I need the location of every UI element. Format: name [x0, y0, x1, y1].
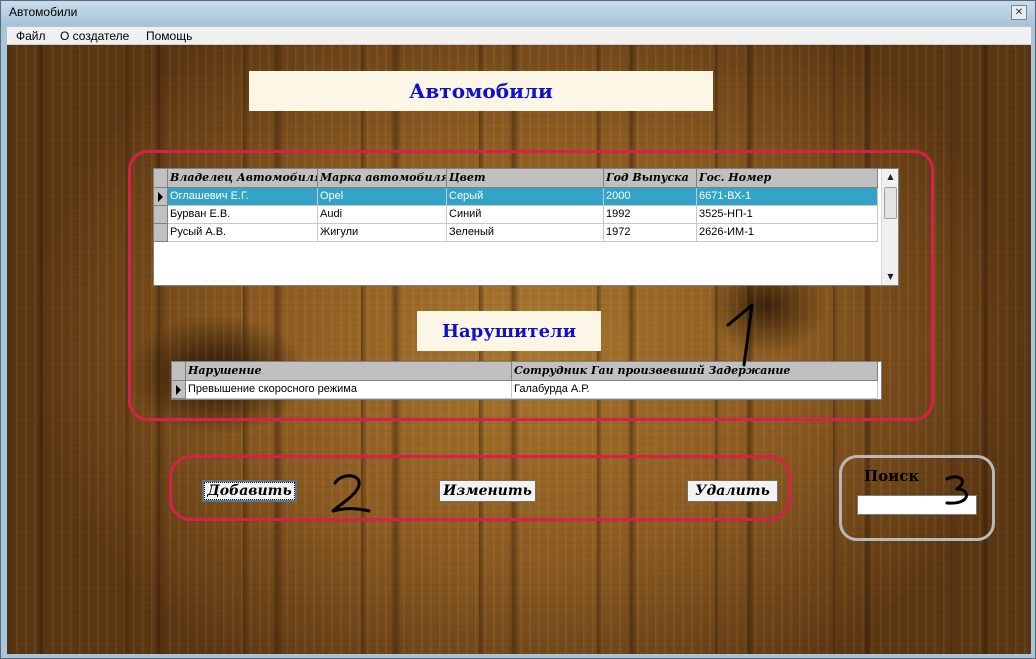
table-cell[interactable]: Audi [318, 206, 447, 224]
table-cell[interactable]: 3525-НП-1 [697, 206, 878, 224]
row-indicator[interactable] [172, 381, 186, 399]
column-header-owner[interactable]: Владелец Автомобиля [168, 169, 318, 188]
column-header-make[interactable]: Марка автомобиля [318, 169, 447, 188]
table-cell[interactable]: 2000 [604, 188, 697, 206]
menu-file[interactable]: Файл [16, 29, 46, 43]
table-cell[interactable]: Оглашевич Е.Г. [168, 188, 318, 206]
table-cell[interactable]: Бурван Е.В. [168, 206, 318, 224]
row-indicator[interactable] [154, 206, 168, 224]
delete-button[interactable]: Удалить [687, 480, 778, 502]
table-cell[interactable]: Жигули [318, 224, 447, 242]
title-bar[interactable]: Автомобили ✕ [1, 1, 1035, 25]
grid-corner [172, 362, 186, 381]
table-cell[interactable]: Зеленый [447, 224, 604, 242]
window-title: Автомобили [9, 5, 78, 19]
table-cell[interactable]: Превышение скоросного режима [186, 381, 512, 399]
annotation-number-2 [331, 474, 371, 513]
table-cell[interactable]: 6671-ВХ-1 [697, 188, 878, 206]
column-header-officer[interactable]: Сотрудник Гаи произвевший Задержание [512, 362, 878, 381]
row-indicator[interactable] [154, 224, 168, 242]
table-cell[interactable]: 1972 [604, 224, 697, 242]
app-window: Автомобили ✕ Файл О создателе Помощь Авт… [0, 0, 1036, 659]
scroll-up-icon[interactable]: ▲ [882, 169, 899, 185]
table-cell[interactable]: Галабурда А.Р. [512, 381, 878, 399]
violations-heading: Нарушители [417, 311, 601, 351]
table-cell[interactable]: 2626-ИМ-1 [697, 224, 878, 242]
table-cell[interactable]: Серый [447, 188, 604, 206]
column-header-plate[interactable]: Гос. Номер [697, 169, 878, 188]
close-icon[interactable]: ✕ [1011, 5, 1027, 20]
table-cell[interactable]: Синий [447, 206, 604, 224]
scroll-down-icon[interactable]: ▼ [882, 269, 899, 285]
current-row-icon [176, 385, 181, 395]
cars-heading: Автомобили [249, 71, 713, 111]
table-cell[interactable]: Русый А.В. [168, 224, 318, 242]
annotation-number-3 [945, 475, 968, 505]
row-indicator[interactable] [154, 188, 168, 206]
column-header-violation[interactable]: Нарушение [186, 362, 512, 381]
column-header-color[interactable]: Цвет [447, 169, 604, 188]
menu-help[interactable]: Помощь [146, 29, 192, 43]
cars-grid[interactable]: Владелец Автомобиля Марка автомобиля Цве… [153, 168, 899, 286]
grid-corner [154, 169, 168, 188]
vertical-scrollbar[interactable]: ▲ ▼ [881, 169, 898, 285]
annotation-number-1 [726, 303, 754, 367]
violations-grid[interactable]: Нарушение Сотрудник Гаи произвевший Заде… [171, 361, 882, 400]
table-cell[interactable]: Opel [318, 188, 447, 206]
current-row-icon [158, 192, 163, 202]
form-background: Автомобили Владелец Автомобиля Марка авт… [7, 45, 1031, 654]
menu-bar: Файл О создателе Помощь [7, 27, 1031, 45]
edit-button[interactable]: Изменить [439, 480, 536, 502]
table-cell[interactable]: 1992 [604, 206, 697, 224]
column-header-year[interactable]: Год Выпуска [604, 169, 697, 188]
add-button[interactable]: Добавить [202, 480, 297, 502]
search-label: Поиск [864, 467, 920, 485]
scroll-thumb[interactable] [884, 187, 897, 219]
menu-about-author[interactable]: О создателе [60, 29, 129, 43]
